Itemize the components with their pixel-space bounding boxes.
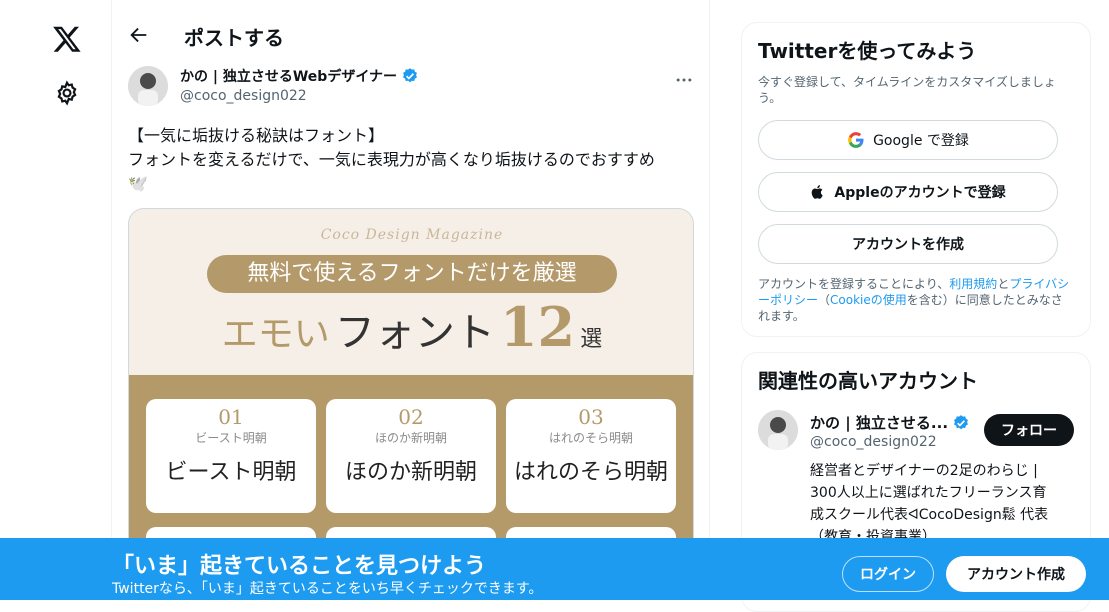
google-signup-button[interactable]: Google で登録 [758,120,1058,160]
right-sidebar: Twitterを使ってみよう 今すぐ登録して、タイムラインをカスタマイズしましょ… [741,22,1091,612]
page-title: ポストする [184,26,284,50]
font-card: 02 ほのか新明朝 ほのか新明朝 [326,399,496,513]
google-button-label: Google で登録 [873,133,969,149]
legal-text: と [997,277,1010,291]
tweet-text-line: 【一気に垢抜ける秘訣はフォント】 [128,126,385,145]
terms-link[interactable]: 利用規約 [949,277,997,291]
more-icon[interactable] [674,70,694,90]
font-card: 03 はれのそら明朝 はれのそら明朝 [506,399,676,513]
bottom-headline: 「いま」起きていることを見つけよう [112,554,487,579]
bottom-subtext: Twitterなら、「いま」起きていることをいち早くチェックできます。 [112,581,543,597]
image-headline: エモい フォント 12 選 [129,295,693,365]
post-header: ポストする [112,0,710,72]
card-number: 01 [218,405,244,429]
x-logo-icon[interactable] [52,24,82,54]
legal-text: （ [818,293,831,307]
dove-emoji: 🕊️ [128,174,148,193]
apple-signup-button[interactable]: Appleのアカウントで登録 [758,172,1058,212]
legal-text: アカウントを登録することにより、 [758,277,950,291]
arrow-left-icon[interactable] [128,24,150,46]
related-title: 関連性の高いアカウント [758,369,978,393]
google-icon [848,132,864,148]
verified-badge-icon [403,68,418,83]
image-brand-script: Coco Design Magazine [320,227,504,243]
tweet-author: かの | 独立させるWebデザイナー @coco_design022 [128,64,694,112]
card-title: ビースト明朝 [165,460,297,485]
bottom-signup-bar: 「いま」起きていることを見つけよう Twitterなら、「いま」起きていることを… [0,538,1109,600]
card-subtitle: ビースト明朝 [195,431,267,445]
related-handle[interactable]: @coco_design022 [810,434,937,450]
related-name-text: かの | 独立させる... [810,414,949,432]
author-handle[interactable]: @coco_design022 [180,88,307,104]
signup-title: Twitterを使ってみよう [758,39,977,63]
author-name[interactable]: かの | 独立させるWebデザイナー [180,66,419,86]
card-title: はれのそら明朝 [513,460,668,485]
card-number: 02 [398,405,424,429]
verified-badge-icon [954,414,969,429]
headline-emo: エモい [221,314,330,355]
follow-button[interactable]: フォロー [984,414,1074,446]
avatar[interactable] [128,66,168,106]
left-nav [0,0,112,600]
related-bio: 経営者とデザイナーの2足のわらじ | 300人以上に選ばれたフリーランス育成スク… [810,463,1049,545]
login-button[interactable]: ログイン [842,556,934,592]
image-banner: 無料で使えるフォントだけを厳選 [207,255,617,293]
apple-icon [812,185,824,199]
create-account-button[interactable]: アカウントを作成 [758,224,1058,264]
card-number: 03 [578,405,604,429]
card-title: ほのか新明朝 [344,460,477,485]
card-subtitle: ほのか新明朝 [374,431,447,445]
card-subtitle: はれのそら明朝 [548,431,633,445]
gear-icon[interactable] [54,80,80,106]
legal-notice: アカウントを登録することにより、利用規約とプライバシーポリシー（Cookieの使… [758,276,1074,324]
main-column: ポストする かの | 独立させるWebデザイナー @coco_design022… [112,0,710,600]
author-name-text: かの | 独立させるWebデザイナー [180,69,398,85]
tweet-text: 【一気に垢抜ける秘訣はフォント】 フォントを変えるだけで、一気に表現力が高くなり… [128,124,698,196]
avatar[interactable] [758,410,798,450]
font-card: 01 ビースト明朝 ビースト明朝 [146,399,316,513]
headline-number: 12 [499,295,576,359]
cookie-link[interactable]: Cookieの使用 [830,293,907,307]
signup-panel: Twitterを使ってみよう 今すぐ登録して、タイムラインをカスタマイズしましょ… [741,22,1091,337]
apple-button-label: Appleのアカウントで登録 [834,185,1006,201]
related-name[interactable]: かの | 独立させる... [810,412,970,433]
headline-font: フォント [334,310,495,356]
tweet-text-line: フォントを変えるだけで、一気に表現力が高くなり垢抜けるのでおすすめ [128,150,655,169]
signup-subtitle: 今すぐ登録して、タイムラインをカスタマイズしましょう。 [758,75,1056,105]
headline-sen: 選 [580,327,603,352]
tweet-image[interactable]: Coco Design Magazine 無料で使えるフォントだけを厳選 エモい… [128,208,694,568]
signup-button[interactable]: アカウント作成 [946,556,1086,592]
